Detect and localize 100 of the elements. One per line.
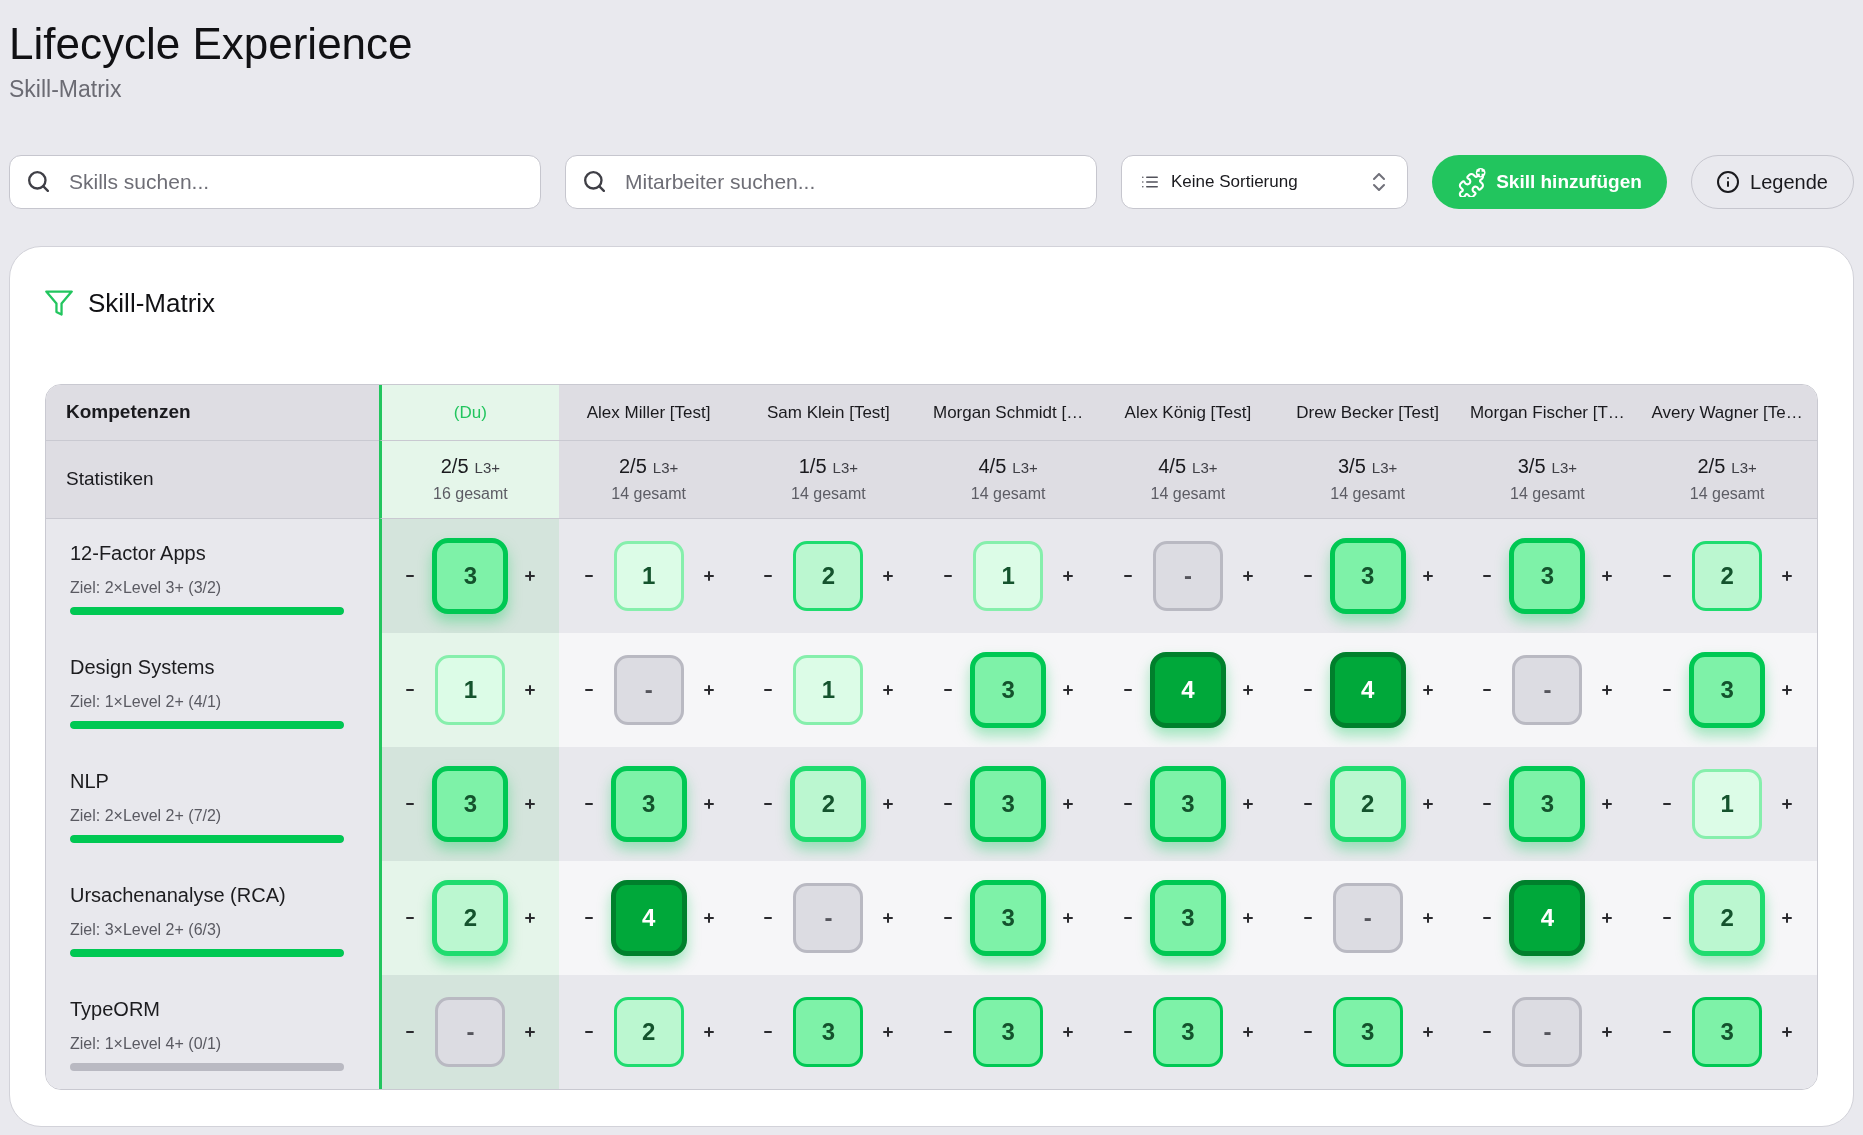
level-button[interactable]: 3 xyxy=(1332,997,1403,1067)
minus-icon[interactable] xyxy=(406,917,415,919)
minus-icon[interactable] xyxy=(406,803,415,805)
plus-icon[interactable] xyxy=(1422,1027,1433,1037)
minus-icon[interactable] xyxy=(1303,917,1312,919)
minus-icon[interactable] xyxy=(1123,1031,1132,1033)
plus-icon[interactable] xyxy=(1782,571,1793,581)
minus-icon[interactable] xyxy=(1663,1031,1672,1033)
minus-icon[interactable] xyxy=(1663,803,1672,805)
minus-icon[interactable] xyxy=(764,689,773,691)
level-button[interactable]: 1 xyxy=(973,541,1044,611)
plus-icon[interactable] xyxy=(703,1027,714,1037)
level-button[interactable]: 2 xyxy=(1689,880,1766,956)
minus-icon[interactable] xyxy=(406,689,415,691)
level-button[interactable]: 1 xyxy=(435,655,506,725)
minus-icon[interactable] xyxy=(1303,689,1312,691)
plus-icon[interactable] xyxy=(1422,571,1433,581)
level-button[interactable]: 3 xyxy=(970,766,1047,842)
level-button[interactable]: 3 xyxy=(610,766,687,842)
minus-icon[interactable] xyxy=(1123,803,1132,805)
legend-button[interactable]: Legende xyxy=(1691,155,1854,209)
plus-icon[interactable] xyxy=(883,913,894,923)
plus-icon[interactable] xyxy=(883,685,894,695)
level-button[interactable]: 3 xyxy=(970,880,1047,956)
level-button[interactable]: 3 xyxy=(1152,997,1223,1067)
level-button[interactable]: 1 xyxy=(613,541,684,611)
plus-icon[interactable] xyxy=(1063,1027,1074,1037)
plus-icon[interactable] xyxy=(883,1027,894,1037)
plus-icon[interactable] xyxy=(1782,1027,1793,1037)
level-button[interactable]: - xyxy=(1512,997,1583,1067)
plus-icon[interactable] xyxy=(1242,799,1253,809)
minus-icon[interactable] xyxy=(1483,689,1492,691)
level-button[interactable]: 3 xyxy=(1149,880,1226,956)
minus-icon[interactable] xyxy=(1123,917,1132,919)
plus-icon[interactable] xyxy=(525,571,536,581)
minus-icon[interactable] xyxy=(944,917,953,919)
level-button[interactable]: - xyxy=(1512,655,1583,725)
plus-icon[interactable] xyxy=(1242,913,1253,923)
minus-icon[interactable] xyxy=(1663,689,1672,691)
plus-icon[interactable] xyxy=(1782,799,1793,809)
level-button[interactable]: 3 xyxy=(1689,652,1766,728)
minus-icon[interactable] xyxy=(1303,575,1312,577)
plus-icon[interactable] xyxy=(883,799,894,809)
level-button[interactable]: - xyxy=(613,655,684,725)
minus-icon[interactable] xyxy=(584,575,593,577)
level-button[interactable]: 3 xyxy=(432,766,509,842)
level-button[interactable]: 3 xyxy=(1149,766,1226,842)
minus-icon[interactable] xyxy=(944,689,953,691)
minus-icon[interactable] xyxy=(584,689,593,691)
minus-icon[interactable] xyxy=(584,917,593,919)
level-button[interactable]: 1 xyxy=(793,655,864,725)
plus-icon[interactable] xyxy=(703,913,714,923)
plus-icon[interactable] xyxy=(1242,571,1253,581)
plus-icon[interactable] xyxy=(1602,685,1613,695)
minus-icon[interactable] xyxy=(944,1031,953,1033)
plus-icon[interactable] xyxy=(1602,1027,1613,1037)
plus-icon[interactable] xyxy=(525,913,536,923)
level-button[interactable]: 2 xyxy=(1329,766,1406,842)
minus-icon[interactable] xyxy=(764,575,773,577)
minus-icon[interactable] xyxy=(764,917,773,919)
plus-icon[interactable] xyxy=(1422,913,1433,923)
minus-icon[interactable] xyxy=(1483,575,1492,577)
plus-icon[interactable] xyxy=(1602,571,1613,581)
minus-icon[interactable] xyxy=(764,803,773,805)
skill-search-field[interactable]: Skills suchen... xyxy=(9,155,541,209)
plus-icon[interactable] xyxy=(1063,571,1074,581)
minus-icon[interactable] xyxy=(1303,803,1312,805)
minus-icon[interactable] xyxy=(1123,575,1132,577)
minus-icon[interactable] xyxy=(406,575,415,577)
minus-icon[interactable] xyxy=(1483,917,1492,919)
minus-icon[interactable] xyxy=(1663,917,1672,919)
plus-icon[interactable] xyxy=(1782,913,1793,923)
minus-icon[interactable] xyxy=(764,1031,773,1033)
plus-icon[interactable] xyxy=(1063,685,1074,695)
plus-icon[interactable] xyxy=(1063,799,1074,809)
level-button[interactable]: 1 xyxy=(1692,769,1763,839)
plus-icon[interactable] xyxy=(1063,913,1074,923)
minus-icon[interactable] xyxy=(1483,1031,1492,1033)
plus-icon[interactable] xyxy=(1422,799,1433,809)
level-button[interactable]: 2 xyxy=(1692,541,1763,611)
minus-icon[interactable] xyxy=(1483,803,1492,805)
level-button[interactable]: 3 xyxy=(970,652,1047,728)
level-button[interactable]: 2 xyxy=(790,766,867,842)
plus-icon[interactable] xyxy=(1782,685,1793,695)
plus-icon[interactable] xyxy=(525,1027,536,1037)
plus-icon[interactable] xyxy=(1602,913,1613,923)
plus-icon[interactable] xyxy=(1602,799,1613,809)
level-button[interactable]: - xyxy=(1152,541,1223,611)
minus-icon[interactable] xyxy=(1663,575,1672,577)
sort-select[interactable]: Keine Sortierung xyxy=(1121,155,1408,209)
level-button[interactable]: 3 xyxy=(793,997,864,1067)
plus-icon[interactable] xyxy=(525,685,536,695)
minus-icon[interactable] xyxy=(584,803,593,805)
plus-icon[interactable] xyxy=(1242,1027,1253,1037)
employee-search-field[interactable]: Mitarbeiter suchen... xyxy=(565,155,1097,209)
level-button[interactable]: 3 xyxy=(1329,538,1406,614)
level-button[interactable]: - xyxy=(435,997,506,1067)
level-button[interactable]: 3 xyxy=(973,997,1044,1067)
plus-icon[interactable] xyxy=(1422,685,1433,695)
level-button[interactable]: 2 xyxy=(793,541,864,611)
